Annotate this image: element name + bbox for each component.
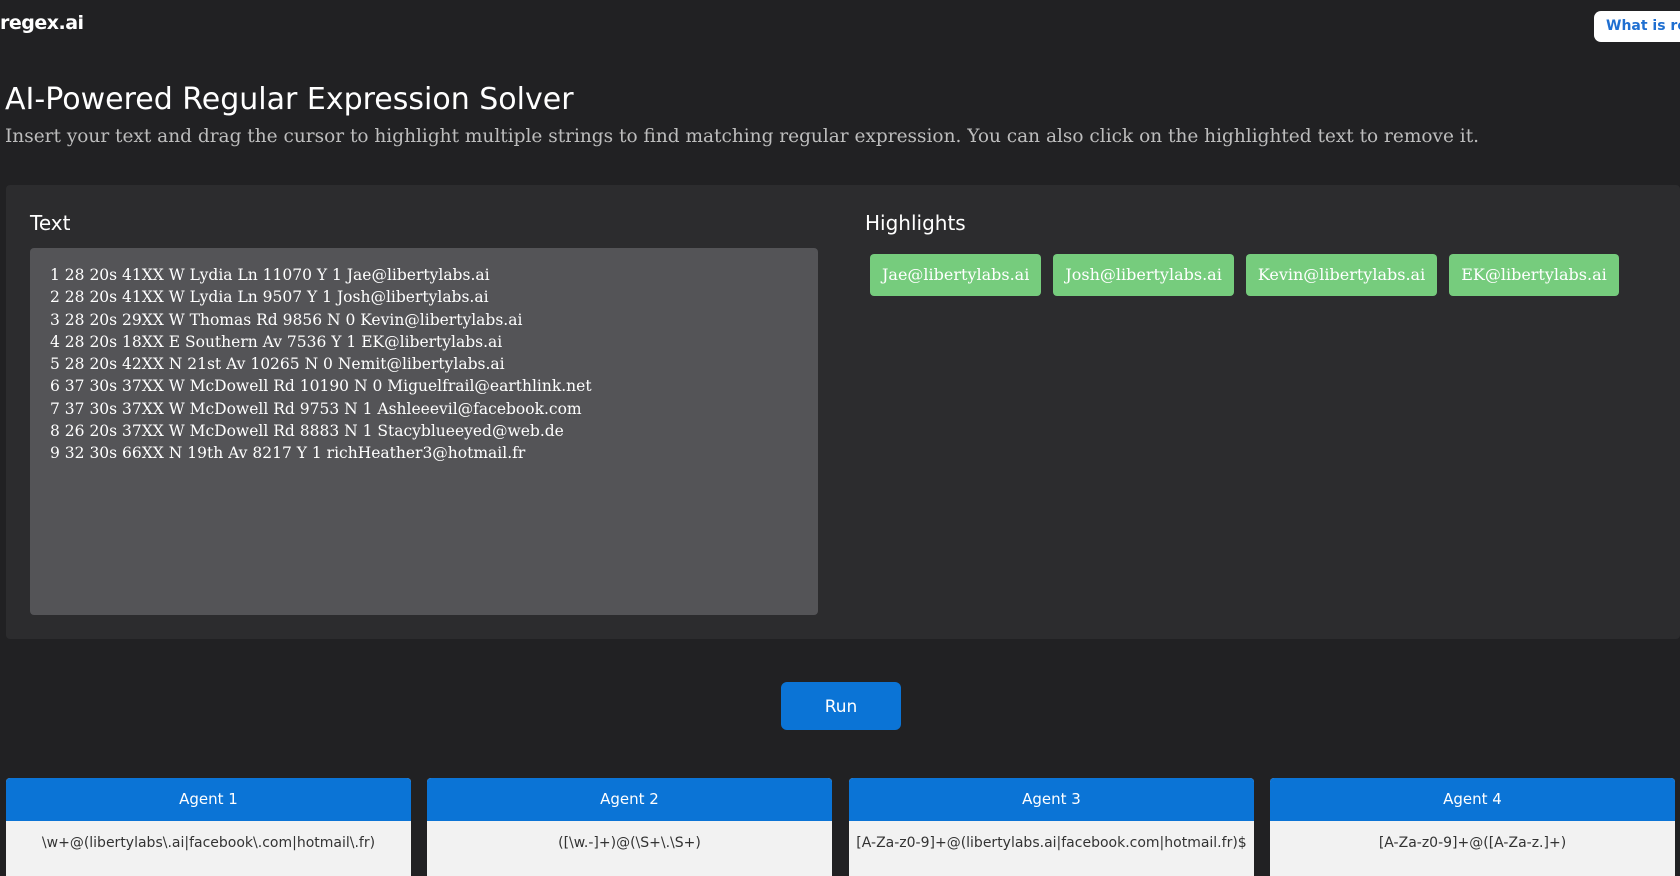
highlight-chip[interactable]: Jae@libertylabs.ai <box>870 254 1042 296</box>
agent-title: Agent 2 <box>427 778 832 821</box>
agent-title: Agent 1 <box>6 778 411 821</box>
agent-card-4: Agent 4 [A-Za-z0-9]+@([A-Za-z.]+) <box>1270 778 1675 876</box>
agent-regex[interactable]: \w+@(libertylabs\.ai|facebook\.com|hotma… <box>6 821 411 876</box>
agent-title: Agent 3 <box>849 778 1254 821</box>
text-line[interactable]: 8 26 20s 37XX W McDowell Rd 8883 N 1 Sta… <box>50 420 798 442</box>
page-title: AI-Powered Regular Expression Solver <box>5 82 574 117</box>
logo[interactable]: regex.ai <box>0 12 84 34</box>
text-line[interactable]: 7 37 30s 37XX W McDowell Rd 9753 N 1 Ash… <box>50 398 798 420</box>
text-line[interactable]: 2 28 20s 41XX W Lydia Ln 9507 Y 1 Josh@l… <box>50 286 798 308</box>
text-line[interactable]: 1 28 20s 41XX W Lydia Ln 11070 Y 1 Jae@l… <box>50 264 798 286</box>
highlight-chip[interactable]: Josh@libertylabs.ai <box>1053 254 1234 296</box>
highlights-label: Highlights <box>865 211 966 235</box>
text-line[interactable]: 6 37 30s 37XX W McDowell Rd 10190 N 0 Mi… <box>50 375 798 397</box>
text-line[interactable]: 9 32 30s 66XX N 19th Av 8217 Y 1 richHea… <box>50 442 798 464</box>
run-button[interactable]: Run <box>781 682 901 730</box>
text-line[interactable]: 3 28 20s 29XX W Thomas Rd 9856 N 0 Kevin… <box>50 309 798 331</box>
highlights-list: Jae@libertylabs.ai Josh@libertylabs.ai K… <box>870 254 1619 296</box>
agent-regex[interactable]: ([\w.-]+)@(\S+\.\S+) <box>427 821 832 876</box>
text-label: Text <box>30 211 71 235</box>
text-input-area[interactable]: 1 28 20s 41XX W Lydia Ln 11070 Y 1 Jae@l… <box>30 248 818 615</box>
agent-card-1: Agent 1 \w+@(libertylabs\.ai|facebook\.c… <box>6 778 411 876</box>
agent-regex[interactable]: [A-Za-z0-9]+@([A-Za-z.]+) <box>1270 821 1675 876</box>
what-is-regex-button[interactable]: What is reg <box>1594 11 1680 42</box>
highlight-chip[interactable]: Kevin@libertylabs.ai <box>1245 254 1438 296</box>
text-line[interactable]: 4 28 20s 18XX E Southern Av 7536 Y 1 EK@… <box>50 331 798 353</box>
agent-card-3: Agent 3 [A-Za-z0-9]+@(libertylabs.ai|fac… <box>849 778 1254 876</box>
agent-card-2: Agent 2 ([\w.-]+)@(\S+\.\S+) <box>427 778 832 876</box>
agent-regex[interactable]: [A-Za-z0-9]+@(libertylabs.ai|facebook.co… <box>849 821 1254 876</box>
editor-panel: Text Highlights 1 28 20s 41XX W Lydia Ln… <box>6 185 1680 639</box>
highlight-chip[interactable]: EK@libertylabs.ai <box>1449 254 1619 296</box>
page-subtitle: Insert your text and drag the cursor to … <box>5 126 1480 147</box>
page: regex.ai What is reg AI-Powered Regular … <box>0 0 1680 876</box>
agent-title: Agent 4 <box>1270 778 1675 821</box>
text-line[interactable]: 5 28 20s 42XX N 21st Av 10265 N 0 Nemit@… <box>50 353 798 375</box>
